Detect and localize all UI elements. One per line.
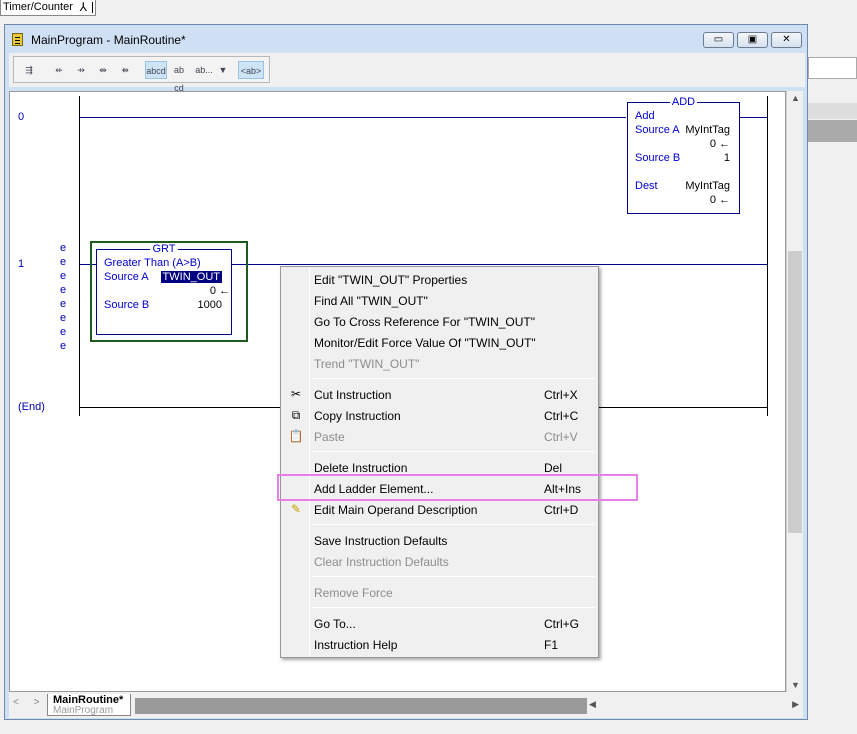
highlight-annotation [277,474,638,501]
grt-source-b-label: Source B [104,299,150,311]
display-mode-icon[interactable]: ab... [192,61,216,79]
scroll-right-icon[interactable]: ▶ [792,699,799,710]
right-power-rail [767,96,768,416]
timer-counter-tab[interactable]: Timer/Counter ⅄ [0,0,96,16]
routine-icon [12,33,23,46]
window-title: MainProgram - MainRoutine* [31,33,186,47]
right-panel-field[interactable] [808,57,857,79]
menu-copy-instruction[interactable]: ⧉ Copy Instruction Ctrl+C [284,405,595,426]
menu-separator [312,378,595,379]
add-dest-value: 0 ← [709,194,730,206]
export-icon[interactable]: ⇻ [116,61,134,79]
grt-source-a-value: 0 ← [209,285,230,297]
grt-source-b-value[interactable]: 1000 [198,299,222,311]
right-panel-header [808,103,857,119]
grt-source-a-tag[interactable]: TWIN_OUT [160,271,222,283]
add-instruction[interactable]: ADD Add Source A MyIntTag 0 ← Source B 1… [627,96,740,214]
grt-name: Greater Than (A>B) [104,257,201,269]
context-menu: Edit "TWIN_OUT" Properties Find All "TWI… [280,266,599,658]
routine-tab-bar: < > MainRoutine* MainProgram ◀ ▶ [9,692,803,718]
pencil-icon: ✎ [290,502,302,516]
right-panel-row[interactable] [808,120,857,142]
rung-icon[interactable]: ⇶ [20,61,38,79]
arrow-left-icon: ← [219,285,230,297]
title-bar[interactable]: MainProgram - MainRoutine* ▭ ▣ ✕ [5,25,807,53]
add-source-a-value: 0 ← [709,138,730,150]
scroll-thumb[interactable] [788,251,802,533]
rung-number: 0 [18,111,25,123]
add-header: ADD [669,96,698,108]
menu-remove-force: Remove Force [314,586,393,600]
dropdown-icon[interactable]: ▼ [218,61,228,79]
grt-instruction[interactable]: GRT Greater Than (A>B) Source A TWIN_OUT… [96,243,232,335]
left-power-rail [79,96,80,416]
output-icon[interactable]: ⇹ [94,61,112,79]
right-panel [808,0,857,734]
edit-marks: ee ee ee ee [60,242,67,352]
tab-scroll-arrows[interactable]: < > [13,697,45,708]
menu-separator [312,607,595,608]
display-tag-icon[interactable]: abcd [145,61,167,79]
branch-icon[interactable]: ⇷ [50,61,68,79]
arrow-left-icon: ← [719,138,730,150]
grt-source-a-label: Source A [104,271,149,283]
menu-find-all[interactable]: Find All "TWIN_OUT" [284,290,595,311]
toolbar: ⇶ ⇷ ⇸ ⇹ ⇻ abcd ab cd ab... ▼ <ab> [13,56,270,93]
horizontal-scroll-thumb[interactable] [135,698,587,714]
program-tab-label: MainProgram [53,705,114,716]
scroll-up-icon[interactable]: ▲ [791,93,800,103]
branch-level-icon[interactable]: ⇸ [72,61,90,79]
add-source-a-label: Source A [635,124,680,136]
menu-save-defaults[interactable]: Save Instruction Defaults [284,530,595,551]
timer-counter-tab-label: Timer/Counter [3,1,73,13]
tab-main-routine[interactable]: MainRoutine* MainProgram [47,694,131,716]
toolbar-area: ⇶ ⇷ ⇸ ⇹ ⇻ abcd ab cd ab... ▼ <ab> [9,53,805,93]
end-label: (End) [18,401,45,413]
rung-line [740,117,767,118]
menu-separator [312,451,595,452]
add-dest-tag[interactable]: MyIntTag [685,180,730,192]
menu-separator [312,524,595,525]
copy-icon: ⧉ [291,408,301,422]
menu-instruction-help[interactable]: Instruction Help F1 [284,634,595,655]
add-dest-label: Dest [635,180,658,192]
add-source-b-label: Source B [635,152,681,164]
menu-monitor-force[interactable]: Monitor/Edit Force Value Of "TWIN_OUT" [284,332,595,353]
arrow-left-icon: ← [719,194,730,206]
minimize-button[interactable]: ▭ [703,32,734,48]
close-button[interactable]: ✕ [771,32,802,48]
menu-edit-properties[interactable]: Edit "TWIN_OUT" Properties [284,269,595,290]
scroll-down-icon[interactable]: ▼ [791,680,800,690]
divider [92,2,93,13]
menu-go-to[interactable]: Go To... Ctrl+G [284,613,595,634]
scissors-icon: ✂ [290,387,302,401]
menu-paste: 📋 Paste Ctrl+V [288,429,578,444]
menu-edit-operand-description[interactable]: ✎ Edit Main Operand Description Ctrl+D [284,499,595,520]
alias-icon[interactable]: <ab> [238,61,264,79]
rung-number: 1 [18,258,25,270]
grt-header: GRT [150,243,178,255]
vertical-scrollbar[interactable]: ▲ ▼ [786,91,803,692]
horizontal-scrollbar[interactable]: ◀ ▶ [587,698,801,714]
restore-button[interactable]: ▣ [737,32,768,48]
menu-cut-instruction[interactable]: ✂ Cut Instruction Ctrl+X [284,384,595,405]
add-source-b-value[interactable]: 1 [724,152,730,164]
paste-icon: 📋 [288,429,304,443]
display-desc-icon[interactable]: ab cd [170,61,188,93]
add-name: Add [635,110,655,122]
menu-cross-reference[interactable]: Go To Cross Reference For "TWIN_OUT" [284,311,595,332]
menu-clear-defaults: Clear Instruction Defaults [314,555,449,569]
add-source-a-tag[interactable]: MyIntTag [685,124,730,136]
rung-line [79,117,626,118]
menu-separator [312,576,595,577]
top-strip: Timer/Counter ⅄ [0,0,857,22]
menu-trend: Trend "TWIN_OUT" [314,357,420,371]
scroll-left-icon[interactable]: ◀ [589,699,596,710]
timer-icon: ⅄ [79,0,87,14]
